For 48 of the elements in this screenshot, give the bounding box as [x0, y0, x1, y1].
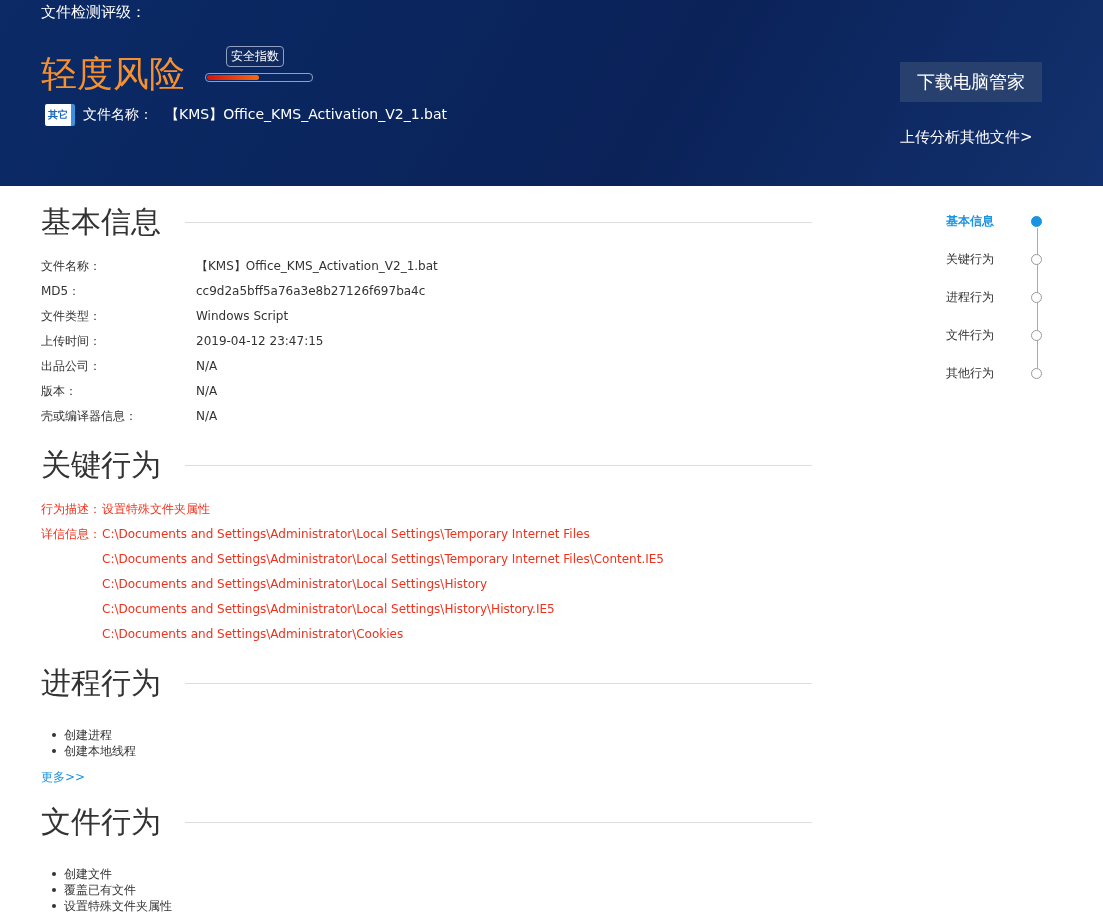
detail-label: 详信信息：	[41, 527, 101, 541]
risk-level: 轻度风险	[41, 52, 185, 96]
file-type-badge: 其它	[45, 104, 75, 126]
bullet-icon	[52, 733, 56, 737]
info-label: 出品公司：	[41, 358, 102, 375]
rating-title: 文件检测评级：	[41, 3, 147, 22]
section-title: 基本信息	[41, 203, 161, 241]
detail-path: C:\Documents and Settings\Administrator\Local Settings\Temporary Internet Files	[102, 526, 590, 543]
detail-path: C:\Documents and Settings\Administrator\Local Settings\History\History.IE5	[102, 601, 555, 618]
bullet-icon	[52, 749, 56, 753]
info-label: 版本：	[41, 383, 78, 400]
section-title: 文件行为	[41, 803, 161, 841]
score-tooltip: 安全指数	[226, 46, 284, 67]
info-value: 【KMS】Office_KMS_Activation_V2_1.bat	[196, 258, 438, 275]
upload-link[interactable]: 上传分析其他文件>	[900, 128, 1033, 147]
info-value: N/A	[196, 408, 218, 425]
file-name: 【KMS】Office_KMS_Activation_V2_1.bat	[165, 106, 448, 124]
section-title: 进程行为	[41, 664, 161, 702]
detail-path: C:\Documents and Settings\Administrator\Local Settings\History	[102, 576, 488, 593]
section-title: 关键行为	[41, 446, 161, 484]
info-value: 2019-04-12 23:47:15	[196, 333, 324, 350]
behavior-label: 行为描述：	[41, 501, 102, 518]
file-item: 覆盖已有文件	[64, 882, 136, 898]
behavior-description: 设置特殊文件夹属性	[102, 501, 210, 518]
info-value: cc9d2a5bff5a76a3e8b27126f697ba4c	[196, 283, 426, 300]
file-item: 创建文件	[64, 866, 112, 882]
download-button[interactable]: 下载电脑管家	[900, 62, 1042, 102]
file-name-label: 文件名称：	[83, 106, 153, 124]
info-value: N/A	[196, 358, 218, 375]
process-item: 创建进程	[64, 727, 112, 743]
info-label: MD5：	[41, 283, 82, 300]
info-value: N/A	[196, 383, 218, 400]
file-item: 设置特殊文件夹属性	[64, 898, 172, 914]
nav-link[interactable]: 进程行为	[946, 288, 994, 306]
info-label: 上传时间：	[41, 333, 102, 350]
nav-link[interactable]: 其他行为	[946, 364, 994, 382]
info-label: 壳或编译器信息：	[41, 408, 138, 425]
process-item: 创建本地线程	[64, 743, 136, 759]
info-label: 文件类型：	[41, 308, 102, 325]
info-label: 文件名称：	[41, 258, 102, 275]
info-value: Windows Script	[196, 308, 289, 325]
bullet-icon	[52, 872, 56, 876]
bullet-icon	[52, 888, 56, 892]
detail-path: C:\Documents and Settings\Administrator\Cookies	[102, 626, 404, 643]
bullet-icon	[52, 904, 56, 908]
nav-link[interactable]: 文件行为	[946, 326, 994, 344]
nav-link[interactable]: 关键行为	[946, 250, 994, 268]
detail-path: C:\Documents and Settings\Administrator\Local Settings\Temporary Internet Files\Content.IE5	[102, 551, 664, 568]
